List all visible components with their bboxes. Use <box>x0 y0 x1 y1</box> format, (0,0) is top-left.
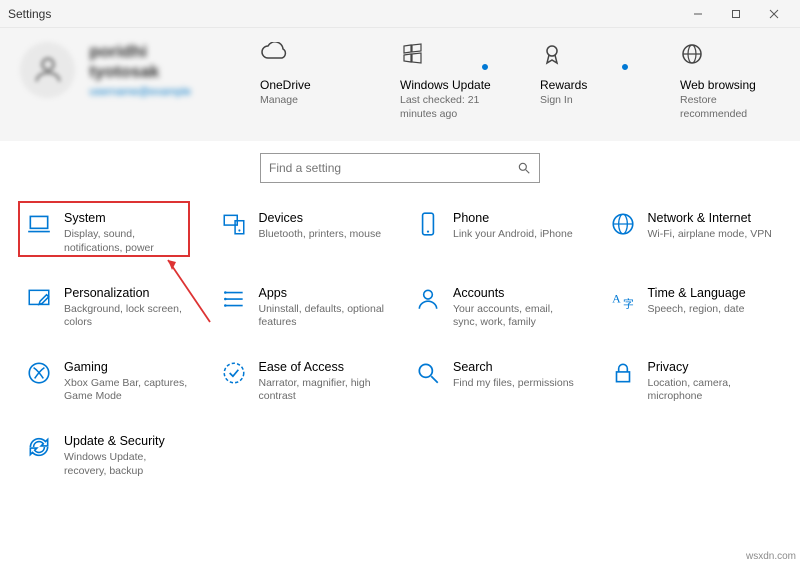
tile-title: Web browsing <box>680 78 780 92</box>
user-block[interactable]: poridhi tyotosak username@example <box>20 42 220 98</box>
search-icon <box>517 161 531 175</box>
tile-sub: Last checked: 21 minutes ago <box>400 94 500 121</box>
search-icon <box>415 360 441 386</box>
minimize-button[interactable] <box>680 2 716 26</box>
category-title: Privacy <box>648 360 775 374</box>
category-privacy[interactable]: Privacy Location, camera, microphone <box>602 350 783 414</box>
category-sub: Wi-Fi, airplane mode, VPN <box>648 228 772 242</box>
category-personalization[interactable]: Personalization Background, lock screen, … <box>18 276 199 340</box>
category-system[interactable]: System Display, sound, notifications, pow… <box>18 201 199 265</box>
laptop-icon <box>26 211 52 237</box>
window-controls <box>680 2 792 26</box>
tile-rewards[interactable]: Rewards Sign In <box>540 42 640 121</box>
category-sub: Find my files, permissions <box>453 377 574 391</box>
apps-icon <box>221 286 247 312</box>
category-title: Accounts <box>453 286 580 300</box>
category-title: Phone <box>453 211 573 225</box>
svg-text:A: A <box>612 291 621 305</box>
account-header: poridhi tyotosak username@example OneDri… <box>0 28 800 141</box>
watermark: wsxdn.com <box>746 551 796 562</box>
tile-windows-update[interactable]: Windows Update Last checked: 21 minutes … <box>400 42 500 121</box>
tile-sub: Restore recommended <box>680 94 780 121</box>
tile-web-browsing[interactable]: Web browsing Restore recommended <box>680 42 780 121</box>
category-title: Search <box>453 360 574 374</box>
category-sub: Speech, region, date <box>648 303 746 317</box>
category-sub: Your accounts, email, sync, work, family <box>453 303 580 330</box>
globe-net-icon <box>610 211 636 237</box>
user-text: poridhi tyotosak username@example <box>89 42 220 98</box>
category-title: Personalization <box>64 286 191 300</box>
tile-title: Rewards <box>540 78 640 92</box>
category-devices[interactable]: Devices Bluetooth, printers, mouse <box>213 201 394 265</box>
category-sub: Location, camera, microphone <box>648 377 775 404</box>
category-search[interactable]: Search Find my files, permissions <box>407 350 588 414</box>
category-title: Apps <box>259 286 386 300</box>
category-sub: Uninstall, defaults, optional features <box>259 303 386 330</box>
ease-icon <box>221 360 247 386</box>
tile-sub: Sign In <box>540 94 640 108</box>
category-network[interactable]: Network & Internet Wi-Fi, airplane mode, … <box>602 201 783 265</box>
tile-onedrive[interactable]: OneDrive Manage <box>260 42 360 121</box>
user-name: poridhi tyotosak <box>89 42 220 82</box>
category-title: Update & Security <box>64 434 191 448</box>
tile-title: OneDrive <box>260 78 360 92</box>
category-sub: Xbox Game Bar, captures, Game Mode <box>64 377 191 404</box>
category-title: Time & Language <box>648 286 746 300</box>
globe-icon <box>680 42 780 72</box>
language-icon: A字 <box>610 286 636 312</box>
category-sub: Bluetooth, printers, mouse <box>259 228 382 242</box>
cloud-icon <box>260 42 360 72</box>
rewards-icon <box>540 42 640 72</box>
pencil-icon <box>26 286 52 312</box>
user-link: username@example <box>89 86 220 98</box>
category-sub: Link your Android, iPhone <box>453 228 573 242</box>
category-gaming[interactable]: Gaming Xbox Game Bar, captures, Game Mode <box>18 350 199 414</box>
xbox-icon <box>26 360 52 386</box>
category-time-language[interactable]: A字 Time & Language Speech, region, date <box>602 276 783 340</box>
svg-text:字: 字 <box>623 296 634 310</box>
titlebar: Settings <box>0 0 800 28</box>
header-tiles: OneDrive Manage Windows Update Last chec… <box>260 42 780 121</box>
update-icon <box>400 42 500 72</box>
categories-grid: System Display, sound, notifications, pow… <box>0 191 800 498</box>
phone-icon <box>415 211 441 237</box>
category-sub: Display, sound, notifications, power <box>64 228 191 255</box>
avatar <box>20 42 75 98</box>
category-title: Gaming <box>64 360 191 374</box>
category-title: Ease of Access <box>259 360 386 374</box>
search-box[interactable] <box>260 153 540 183</box>
category-phone[interactable]: Phone Link your Android, iPhone <box>407 201 588 265</box>
category-sub: Narrator, magnifier, high contrast <box>259 377 386 404</box>
sync-icon <box>26 434 52 460</box>
lock-icon <box>610 360 636 386</box>
tile-title: Windows Update <box>400 78 500 92</box>
category-title: Network & Internet <box>648 211 772 225</box>
category-sub: Background, lock screen, colors <box>64 303 191 330</box>
close-button[interactable] <box>756 2 792 26</box>
window-title: Settings <box>8 7 51 21</box>
category-update-security[interactable]: Update & Security Windows Update, recover… <box>18 424 199 488</box>
category-ease-of-access[interactable]: Ease of Access Narrator, magnifier, high … <box>213 350 394 414</box>
category-title: System <box>64 211 191 225</box>
tile-sub: Manage <box>260 94 360 108</box>
search-input[interactable] <box>269 161 517 175</box>
devices-icon <box>221 211 247 237</box>
category-title: Devices <box>259 211 382 225</box>
category-accounts[interactable]: Accounts Your accounts, email, sync, work… <box>407 276 588 340</box>
maximize-button[interactable] <box>718 2 754 26</box>
person-icon <box>415 286 441 312</box>
category-apps[interactable]: Apps Uninstall, defaults, optional featur… <box>213 276 394 340</box>
category-sub: Windows Update, recovery, backup <box>64 451 191 478</box>
